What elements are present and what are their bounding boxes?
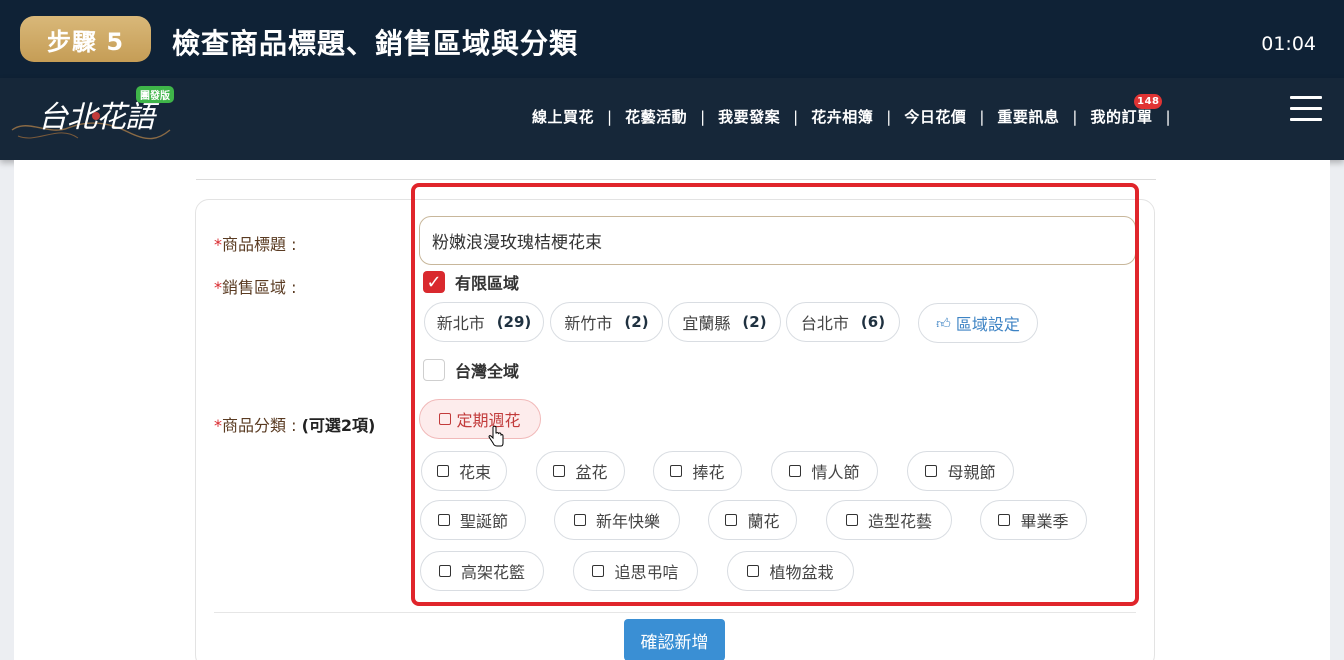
divider: [196, 179, 1156, 180]
nav-separator: |: [979, 107, 985, 126]
nav-separator: |: [607, 107, 613, 126]
nav-my-orders[interactable]: 我的訂單 148: [1090, 94, 1163, 127]
divider: [214, 612, 1136, 613]
nav-flower-album[interactable]: 花卉相簿: [811, 106, 873, 127]
nav-important-news[interactable]: 重要訊息: [997, 106, 1059, 127]
order-count-badge: 148: [1134, 94, 1163, 109]
nav-separator: |: [700, 107, 706, 126]
main-nav: 線上買花 | 花藝活動 | 我要發案 | 花卉相簿 | 今日花價 | 重要訊息 …: [532, 94, 1184, 127]
site-logo[interactable]: 台北花語 團發版: [8, 84, 178, 154]
nav-separator: |: [886, 107, 892, 126]
region-label: *銷售區域 :: [214, 278, 297, 297]
step-badge: 步驟 5: [20, 16, 151, 62]
nav-buy-flowers[interactable]: 線上買花: [532, 106, 594, 127]
nav-my-orders-label: 我的訂單: [1090, 108, 1153, 126]
category-label: *商品分類 : (可選2項): [214, 416, 376, 435]
step-timer: 01:04: [1261, 33, 1316, 55]
nav-today-price[interactable]: 今日花價: [904, 106, 966, 127]
step-title: 檢查商品標題、銷售區域與分類: [172, 27, 579, 60]
nav-separator: |: [793, 107, 799, 126]
nav-flower-events[interactable]: 花藝活動: [625, 106, 687, 127]
nav-post-job[interactable]: 我要發案: [718, 106, 780, 127]
category-hint: (可選2項): [301, 416, 376, 435]
logo-badge: 團發版: [136, 86, 174, 103]
nav-separator: |: [1072, 107, 1078, 126]
highlight-box: [411, 183, 1139, 606]
step-banner: 步驟 5 檢查商品標題、銷售區域與分類 01:04: [0, 0, 1344, 78]
nav-separator: |: [1165, 107, 1171, 126]
confirm-add-button[interactable]: 確認新增: [624, 619, 725, 660]
site-header: 台北花語 團發版 線上買花 | 花藝活動 | 我要發案 | 花卉相簿 | 今日花…: [0, 78, 1344, 160]
title-label: *商品標題 :: [214, 235, 297, 254]
menu-icon[interactable]: [1290, 96, 1322, 122]
